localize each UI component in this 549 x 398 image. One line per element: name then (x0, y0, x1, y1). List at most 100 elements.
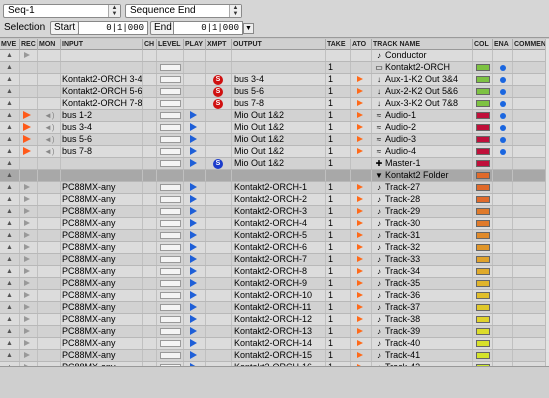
take-cell[interactable]: 1 (326, 182, 351, 193)
rec-cell[interactable] (20, 266, 38, 277)
xmpt-cell[interactable] (206, 278, 232, 289)
comment-cell[interactable] (513, 50, 549, 61)
xmpt-icon[interactable]: S (213, 159, 223, 169)
output-cell[interactable]: Kontakt2-ORCH-4 (232, 218, 326, 229)
track-row[interactable]: ▲ ▼ Kontakt2 Folder (0, 170, 549, 182)
play-cell[interactable] (184, 230, 206, 241)
play-icon[interactable] (190, 351, 197, 359)
track-row[interactable]: ▲ PC88MX-any Kontakt2-ORCH-9 1 ♪ Track-35 (0, 278, 549, 290)
track-name-cell[interactable]: ♪ Conductor (372, 50, 473, 61)
play-cell[interactable] (184, 254, 206, 265)
xmpt-cell[interactable] (206, 146, 232, 157)
channel-cell[interactable] (143, 314, 157, 325)
play-icon[interactable] (190, 339, 197, 347)
color-swatch[interactable] (476, 268, 490, 275)
ato-icon[interactable] (357, 304, 363, 310)
input-cell[interactable]: PC88MX-any (61, 242, 143, 253)
record-arm-icon[interactable] (24, 292, 30, 298)
ato-icon[interactable] (357, 328, 363, 334)
move-handle-icon[interactable]: ▲ (0, 254, 20, 265)
comment-cell[interactable] (513, 74, 549, 85)
rec-cell[interactable] (20, 338, 38, 349)
input-cell[interactable]: PC88MX-any (61, 218, 143, 229)
ato-cell[interactable] (351, 326, 372, 337)
ato-icon[interactable] (357, 148, 363, 154)
ato-cell[interactable] (351, 50, 372, 61)
comment-cell[interactable] (513, 134, 549, 145)
enabled-dot-icon[interactable] (500, 65, 506, 71)
ato-icon[interactable] (357, 88, 363, 94)
comment-cell[interactable] (513, 314, 549, 325)
track-row[interactable]: ▲ Kontakt2-ORCH 5-6 Sbus 5-6 1 ↓ Aux-2-K2 Out… (0, 86, 549, 98)
color-cell[interactable] (473, 122, 493, 133)
col-rec[interactable]: REC (20, 39, 38, 50)
enable-cell[interactable] (493, 50, 513, 61)
comment-cell[interactable] (513, 170, 549, 181)
enable-cell[interactable] (493, 266, 513, 277)
record-arm-icon[interactable] (23, 123, 31, 131)
input-cell[interactable] (61, 50, 143, 61)
output-cell[interactable] (232, 170, 326, 181)
enable-cell[interactable] (493, 110, 513, 121)
enable-cell[interactable] (493, 314, 513, 325)
move-handle-icon[interactable]: ▲ (0, 158, 20, 169)
color-cell[interactable] (473, 134, 493, 145)
ato-icon[interactable] (357, 184, 363, 190)
take-cell[interactable] (326, 50, 351, 61)
input-cell[interactable]: PC88MX-any (61, 254, 143, 265)
xmpt-cell[interactable]: S (206, 98, 232, 109)
xmpt-cell[interactable] (206, 338, 232, 349)
track-name-cell[interactable]: ↓ Aux-2-K2 Out 5&6 (372, 86, 473, 97)
comment-cell[interactable] (513, 146, 549, 157)
mode-select[interactable]: Sequence End ▲ ▼ (125, 4, 242, 18)
track-row[interactable]: ▲ ◄) bus 7-8 Mio Out 1&2 1 ≈ Audio-4 (0, 146, 549, 158)
ato-cell[interactable] (351, 194, 372, 205)
ato-cell[interactable] (351, 290, 372, 301)
track-row[interactable]: ▲ PC88MX-any Kontakt2-ORCH-6 1 ♪ Track-32 (0, 242, 549, 254)
move-handle-icon[interactable]: ▲ (0, 122, 20, 133)
channel-cell[interactable] (143, 194, 157, 205)
enabled-dot-icon[interactable] (500, 137, 506, 143)
ato-cell[interactable] (351, 98, 372, 109)
track-row[interactable]: ▲ PC88MX-any Kontakt2-ORCH-12 1 ♪ Track-38 (0, 314, 549, 326)
xmpt-icon[interactable]: S (213, 75, 223, 85)
play-cell[interactable] (184, 194, 206, 205)
play-cell[interactable] (184, 206, 206, 217)
comment-cell[interactable] (513, 110, 549, 121)
color-swatch[interactable] (476, 352, 490, 359)
channel-cell[interactable] (143, 110, 157, 121)
rec-cell[interactable] (20, 254, 38, 265)
track-name-cell[interactable]: ✚ Master-1 (372, 158, 473, 169)
comment-cell[interactable] (513, 290, 549, 301)
speaker-icon[interactable]: ◄) (44, 112, 55, 120)
input-cell[interactable]: PC88MX-any (61, 194, 143, 205)
col-ch[interactable]: CH (143, 39, 157, 50)
ato-cell[interactable] (351, 350, 372, 361)
track-name-cell[interactable]: ♪ Track-39 (372, 326, 473, 337)
channel-cell[interactable] (143, 86, 157, 97)
rec-cell[interactable] (20, 326, 38, 337)
move-handle-icon[interactable]: ▲ (0, 170, 20, 181)
comment-cell[interactable] (513, 86, 549, 97)
record-arm-icon[interactable] (24, 256, 30, 262)
move-handle-icon[interactable]: ▲ (0, 218, 20, 229)
take-cell[interactable]: 1 (326, 98, 351, 109)
comment-cell[interactable] (513, 254, 549, 265)
play-cell[interactable] (184, 110, 206, 121)
take-cell[interactable]: 1 (326, 254, 351, 265)
take-cell[interactable]: 1 (326, 242, 351, 253)
ato-cell[interactable] (351, 62, 372, 73)
take-cell[interactable] (326, 170, 351, 181)
enabled-dot-icon[interactable] (500, 113, 506, 119)
output-cell[interactable]: Kontakt2-ORCH-7 (232, 254, 326, 265)
track-name-cell[interactable]: ♪ Track-35 (372, 278, 473, 289)
take-cell[interactable]: 1 (326, 266, 351, 277)
ato-icon[interactable] (357, 292, 363, 298)
xmpt-cell[interactable] (206, 50, 232, 61)
color-cell[interactable] (473, 290, 493, 301)
monitor-cell[interactable] (38, 314, 61, 325)
channel-cell[interactable] (143, 98, 157, 109)
color-swatch[interactable] (476, 232, 490, 239)
track-name-cell[interactable]: ↓ Aux-1-K2 Out 3&4 (372, 74, 473, 85)
play-cell[interactable] (184, 62, 206, 73)
